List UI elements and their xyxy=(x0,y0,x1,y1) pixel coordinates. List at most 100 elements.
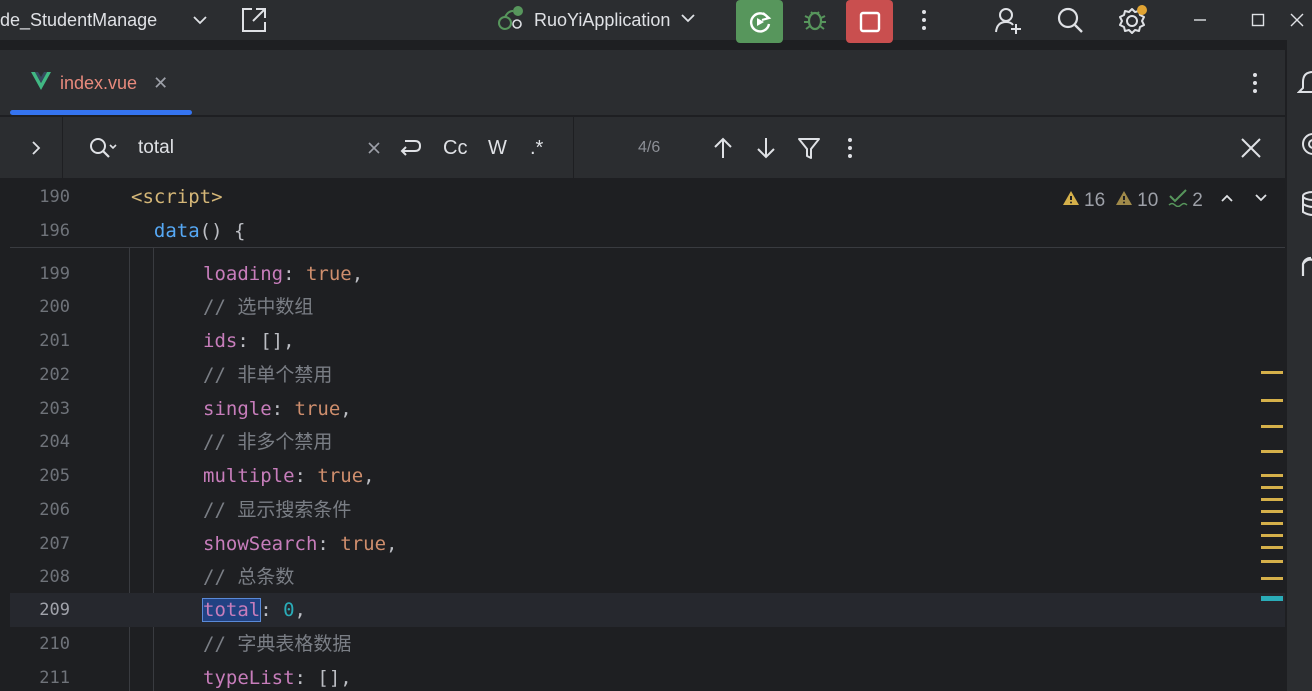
warning-count: 16 xyxy=(1084,190,1106,211)
scrollbar-mark[interactable] xyxy=(1261,522,1283,525)
maximize-icon[interactable] xyxy=(1238,0,1278,40)
scrollbar-mark[interactable] xyxy=(1261,425,1283,428)
inspections-widget[interactable]: 16 10 2 xyxy=(1062,188,1269,214)
scrollbar-mark[interactable] xyxy=(1261,546,1283,549)
database-icon[interactable] xyxy=(1297,190,1312,222)
new-line-icon[interactable] xyxy=(397,117,423,179)
active-tab-indicator xyxy=(10,110,192,115)
weak-warning-count: 10 xyxy=(1137,190,1159,211)
scrollbar-mark[interactable] xyxy=(1261,510,1283,513)
code-comment: // 字典表格数据 xyxy=(203,633,352,655)
search-icon[interactable] xyxy=(1050,0,1090,40)
code-line[interactable]: 210 // 字典表格数据 xyxy=(10,627,1285,661)
run-config-icon xyxy=(496,3,526,38)
line-number: 196 xyxy=(39,221,70,241)
tab-index-vue[interactable]: index.vue ✕ xyxy=(12,50,192,116)
chevron-up-icon[interactable] xyxy=(1219,190,1235,212)
debug-button[interactable] xyxy=(795,0,835,40)
minimize-icon[interactable] xyxy=(1180,0,1220,40)
sticky-lines: 190 <script> 196 data() { 16 10 2 xyxy=(10,180,1285,248)
regex-toggle[interactable]: .* xyxy=(530,117,543,179)
code-line[interactable]: 204 // 非多个禁用 xyxy=(10,425,1285,459)
editor-tab-bar: index.vue ✕ xyxy=(0,50,1285,116)
line-number: 206 xyxy=(39,500,70,520)
maven-icon[interactable] xyxy=(1299,252,1312,284)
scrollbar-mark[interactable] xyxy=(1261,560,1283,563)
scrollbar-mark[interactable] xyxy=(1261,450,1283,453)
code-text: loading: true, xyxy=(203,263,364,285)
match-case-toggle[interactable]: Cc xyxy=(443,117,467,179)
sticky-line[interactable]: 196 data() { xyxy=(10,214,1285,248)
arrow-down-icon[interactable] xyxy=(755,117,777,179)
bug-icon xyxy=(804,11,826,31)
more-vertical-icon[interactable] xyxy=(904,0,944,40)
search-match-highlight: total xyxy=(201,598,262,622)
chevron-down-icon[interactable] xyxy=(190,0,210,40)
code-line[interactable]: 205 multiple: true, xyxy=(10,459,1285,493)
code-text: total: 0, xyxy=(201,598,306,622)
close-tab-icon[interactable]: ✕ xyxy=(153,73,168,94)
external-link-icon[interactable] xyxy=(238,0,270,40)
line-number: 202 xyxy=(39,365,70,385)
filter-icon[interactable] xyxy=(797,117,821,179)
rerun-button[interactable] xyxy=(736,0,783,43)
code-line[interactable]: 203 single: true, xyxy=(10,392,1285,426)
scrollbar-mark[interactable] xyxy=(1261,399,1283,402)
code-text: multiple: true, xyxy=(203,465,375,487)
line-number: 200 xyxy=(39,297,70,317)
code-line[interactable]: 208 // 总条数 xyxy=(10,560,1285,594)
ai-assistant-icon[interactable] xyxy=(1297,130,1312,162)
line-number: 201 xyxy=(39,331,70,351)
scrollbar-mark[interactable] xyxy=(1261,577,1283,580)
scrollbar-mark[interactable] xyxy=(1261,486,1283,489)
chevron-down-icon[interactable] xyxy=(1253,190,1269,212)
scrollbar-current-match[interactable] xyxy=(1261,596,1283,601)
typo-count: 2 xyxy=(1192,190,1203,211)
expand-replace-icon[interactable] xyxy=(28,117,44,179)
line-number: 209 xyxy=(39,600,70,620)
rerun-icon xyxy=(749,11,771,33)
line-number: 199 xyxy=(39,264,70,284)
divider xyxy=(573,117,574,179)
code-comment: // 选中数组 xyxy=(203,296,314,318)
current-code-line[interactable]: 209 total: 0, xyxy=(10,593,1285,627)
code-line[interactable]: 200 // 选中数组 xyxy=(10,290,1285,324)
line-number: 204 xyxy=(39,432,70,452)
code-line[interactable]: 201 ids: [], xyxy=(10,324,1285,358)
more-vertical-icon[interactable] xyxy=(847,117,853,179)
code-line[interactable]: 202 // 非单个禁用 xyxy=(10,358,1285,392)
scrollbar-mark[interactable] xyxy=(1261,498,1283,501)
settings-gear-icon[interactable] xyxy=(1112,0,1152,40)
close-find-icon[interactable] xyxy=(1239,117,1263,179)
code-text: showSearch: true, xyxy=(203,533,398,555)
scrollbar-mark[interactable] xyxy=(1261,371,1283,374)
words-toggle[interactable]: W xyxy=(488,117,507,179)
arrow-up-icon[interactable] xyxy=(712,117,734,179)
weak-warning-icon xyxy=(1115,190,1133,212)
notifications-icon[interactable] xyxy=(1296,68,1312,100)
search-history-icon[interactable] xyxy=(88,117,118,179)
code-line[interactable]: 211 typeList: [], xyxy=(10,661,1285,691)
clear-search-icon[interactable] xyxy=(366,117,382,179)
typo-icon xyxy=(1168,189,1188,213)
add-user-icon[interactable] xyxy=(988,0,1028,40)
run-config-selector[interactable]: RuoYiApplication xyxy=(496,0,698,40)
close-window-icon[interactable] xyxy=(1282,0,1312,40)
line-number: 205 xyxy=(39,466,70,486)
scrollbar-mark[interactable] xyxy=(1261,534,1283,537)
run-config-label: RuoYiApplication xyxy=(534,9,671,30)
stop-button[interactable] xyxy=(846,0,893,43)
code-editor[interactable]: 190 <script> 196 data() { 16 10 2 199 lo… xyxy=(10,180,1285,691)
code-text: data() { xyxy=(153,220,246,242)
code-line[interactable]: 206 // 显示搜索条件 xyxy=(10,493,1285,527)
code-line[interactable]: 207 showSearch: true, xyxy=(10,527,1285,561)
more-vertical-icon[interactable] xyxy=(1240,63,1270,103)
code-text: single: true, xyxy=(203,398,352,420)
vue-file-icon xyxy=(30,71,52,95)
tab-label: index.vue xyxy=(60,72,138,93)
find-input[interactable] xyxy=(138,131,358,165)
scrollbar-mark[interactable] xyxy=(1261,474,1283,477)
code-line[interactable]: 199 loading: true, xyxy=(10,257,1285,291)
project-name[interactable]: de_StudentManage xyxy=(0,0,157,40)
line-number: 208 xyxy=(39,567,70,587)
